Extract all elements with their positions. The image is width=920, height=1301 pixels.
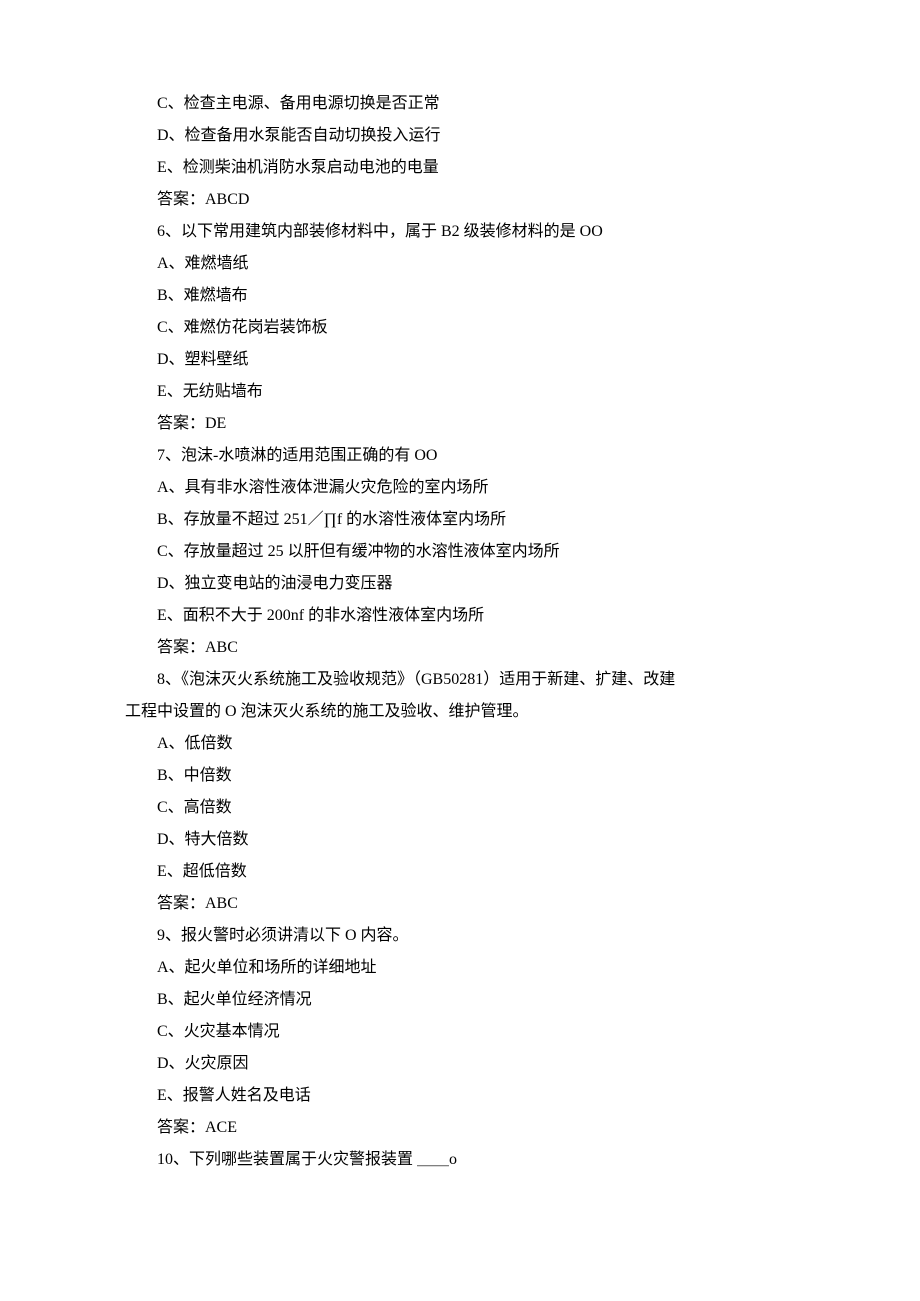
text-line: 答案：ABC xyxy=(0,632,920,664)
text-line: A、具有非水溶性液体泄漏火灾危险的室内场所 xyxy=(0,472,920,504)
text-line: C、难燃仿花岗岩装饰板 xyxy=(0,312,920,344)
text-line: 答案：ACE xyxy=(0,1112,920,1144)
text-line: D、独立变电站的油浸电力变压器 xyxy=(0,568,920,600)
text-line: A、低倍数 xyxy=(0,728,920,760)
text-line: 8、《泡沫灭火系统施工及验收规范》（GB50281）适用于新建、扩建、改建 xyxy=(0,664,920,696)
text-line: 工程中设置的 O 泡沫灭火系统的施工及验收、维护管理。 xyxy=(0,696,920,728)
text-line: C、高倍数 xyxy=(0,792,920,824)
text-line: E、面积不大于 200nf 的非水溶性液体室内场所 xyxy=(0,600,920,632)
text-line: E、无纺贴墙布 xyxy=(0,376,920,408)
text-line: D、检查备用水泵能否自动切换投入运行 xyxy=(0,120,920,152)
text-line: C、检查主电源、备用电源切换是否正常 xyxy=(0,88,920,120)
text-line: A、难燃墙纸 xyxy=(0,248,920,280)
text-line: 9、报火警时必须讲清以下 O 内容。 xyxy=(0,920,920,952)
text-line: 答案：DE xyxy=(0,408,920,440)
text-line: C、存放量超过 25 以肝但有缓冲物的水溶性液体室内场所 xyxy=(0,536,920,568)
text-line: B、存放量不超过 251／∏f 的水溶性液体室内场所 xyxy=(0,504,920,536)
text-line: B、难燃墙布 xyxy=(0,280,920,312)
text-line: 10、下列哪些装置属于火灾警报装置 ＿＿o xyxy=(0,1144,920,1176)
text-line: 答案：ABC xyxy=(0,888,920,920)
text-line: A、起火单位和场所的详细地址 xyxy=(0,952,920,984)
text-line: C、火灾基本情况 xyxy=(0,1016,920,1048)
text-line: 6、以下常用建筑内部装修材料中，属于 B2 级装修材料的是 OO xyxy=(0,216,920,248)
document-page: C、检查主电源、备用电源切换是否正常D、检查备用水泵能否自动切换投入运行E、检测… xyxy=(0,88,920,1176)
text-line: B、中倍数 xyxy=(0,760,920,792)
text-line: 答案：ABCD xyxy=(0,184,920,216)
text-line: D、火灾原因 xyxy=(0,1048,920,1080)
text-line: E、报警人姓名及电话 xyxy=(0,1080,920,1112)
text-line: D、塑料壁纸 xyxy=(0,344,920,376)
text-line: D、特大倍数 xyxy=(0,824,920,856)
text-line: B、起火单位经济情况 xyxy=(0,984,920,1016)
text-line: E、超低倍数 xyxy=(0,856,920,888)
text-line: E、检测柴油机消防水泵启动电池的电量 xyxy=(0,152,920,184)
text-line: 7、泡沫-水喷淋的适用范围正确的有 OO xyxy=(0,440,920,472)
